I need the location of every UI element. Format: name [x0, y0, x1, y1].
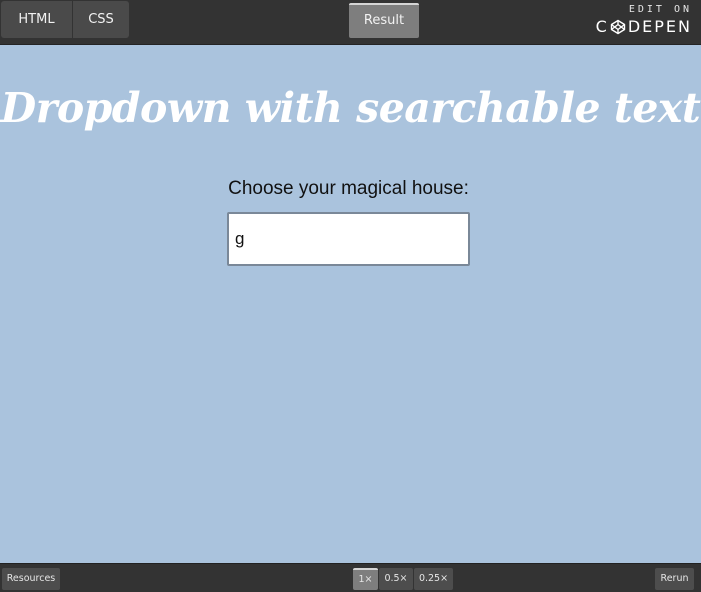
rerun-button[interactable]: Rerun	[655, 568, 694, 590]
house-field-label: Choose your magical house:	[228, 178, 469, 199]
zoom-1x-button[interactable]: 1×	[353, 568, 378, 590]
house-search-input[interactable]	[227, 212, 470, 266]
codepen-logo: C DEPEN	[596, 17, 692, 36]
zoom-0-25x-button[interactable]: 0.25×	[414, 568, 453, 590]
resources-button[interactable]: Resources	[2, 568, 60, 590]
zoom-0-5x-button[interactable]: 0.5×	[379, 568, 413, 590]
edit-on-codepen-link[interactable]: EDIT ON C DEPEN	[592, 4, 692, 38]
page-title: Dropdown with searchable text	[0, 84, 701, 132]
tab-css[interactable]: CSS	[73, 1, 129, 38]
logo-text-right: DEPEN	[627, 17, 692, 36]
codepen-top-bar: HTML CSS Result EDIT ON C DEPEN	[0, 0, 701, 45]
tab-result[interactable]: Result	[349, 3, 419, 38]
tab-html[interactable]: HTML	[1, 1, 72, 38]
logo-text-left: C	[595, 17, 609, 36]
codepen-bottom-bar: Resources 1× 0.5× 0.25× Rerun	[0, 563, 701, 592]
codepen-cube-icon	[610, 19, 626, 34]
edit-on-label: EDIT ON	[628, 4, 692, 15]
